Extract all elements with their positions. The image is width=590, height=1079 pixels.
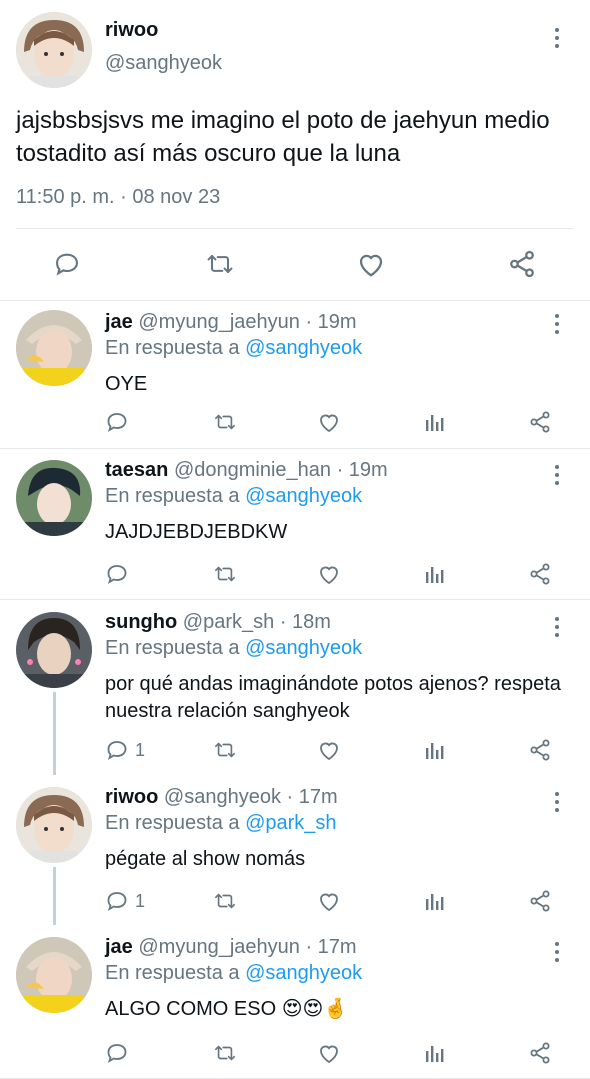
share-icon[interactable]	[528, 559, 552, 589]
reply-tweet[interactable]: taesan @dongminie_han · 19m En respuesta…	[0, 448, 590, 600]
in-reply-label: En respuesta a	[105, 337, 240, 359]
share-icon[interactable]	[528, 886, 552, 916]
reply-time: · 19m	[336, 459, 388, 481]
reply-time: · 17m	[305, 936, 357, 958]
reply-text: por qué andas imaginándote potos ajenos?…	[105, 673, 561, 722]
in-reply-to-link[interactable]: @sanghyeok	[245, 962, 362, 984]
reply-author-name[interactable]: taesan	[105, 459, 168, 481]
reply-count: 1	[135, 890, 146, 911]
in-reply-label: En respuesta a	[105, 637, 240, 659]
thread-line	[53, 867, 56, 925]
reply-time: · 18m	[279, 611, 331, 633]
reply-count: 1	[135, 739, 146, 760]
retweet-icon[interactable]	[203, 249, 237, 279]
more-options-icon[interactable]	[553, 314, 561, 334]
retweet-icon[interactable]	[212, 1038, 238, 1068]
more-options-icon[interactable]	[553, 465, 561, 485]
reply-text: OYE	[105, 373, 148, 395]
reply-author-handle[interactable]: @park_sh	[183, 611, 274, 633]
reply-icon[interactable]	[52, 249, 82, 279]
reply-icon[interactable]: 1	[105, 886, 145, 916]
analytics-icon[interactable]	[424, 1038, 446, 1068]
reply-text: pégate al show nomás	[105, 848, 306, 870]
reply-tweet[interactable]: sungho @park_sh · 18m En respuesta a @sa…	[0, 600, 590, 775]
in-reply-to-link[interactable]: @sanghyeok	[245, 337, 362, 359]
more-options-icon[interactable]	[553, 942, 561, 962]
reply-author-handle[interactable]: @myung_jaehyun	[138, 311, 300, 333]
analytics-icon[interactable]	[424, 735, 446, 765]
reply-author-name[interactable]: jae	[105, 311, 133, 333]
reply-author-handle[interactable]: @sanghyeok	[164, 786, 281, 808]
retweet-icon[interactable]	[212, 735, 238, 765]
reply-tweet[interactable]: jae @myung_jaehyun · 17m En respuesta a …	[0, 925, 590, 1079]
in-reply-to-link[interactable]: @sanghyeok	[245, 637, 362, 659]
like-icon[interactable]	[355, 249, 387, 279]
share-icon[interactable]	[506, 249, 538, 279]
like-icon[interactable]	[317, 886, 341, 916]
avatar[interactable]	[16, 612, 92, 688]
reply-tweet[interactable]: jae @myung_jaehyun · 19m En respuesta a …	[0, 300, 590, 449]
in-reply-label: En respuesta a	[105, 812, 240, 834]
reply-icon[interactable]: 1	[105, 735, 145, 765]
like-icon[interactable]	[317, 1038, 341, 1068]
reply-icon[interactable]	[105, 1038, 135, 1068]
author-handle[interactable]: @sanghyeok	[105, 52, 222, 75]
divider	[16, 228, 574, 229]
share-icon[interactable]	[528, 407, 552, 437]
more-options-icon[interactable]	[553, 792, 561, 812]
analytics-icon[interactable]	[424, 407, 446, 437]
retweet-icon[interactable]	[212, 559, 238, 589]
reply-actions: 1	[105, 735, 565, 765]
reply-author-name[interactable]: riwoo	[105, 786, 158, 808]
analytics-icon[interactable]	[424, 886, 446, 916]
main-tweet: riwoo @sanghyeok jajsbsbsjsvs me imagino…	[0, 0, 590, 301]
reply-actions: 1	[105, 886, 565, 916]
reply-actions	[105, 559, 565, 589]
reply-time: · 17m	[286, 786, 338, 808]
tweet-text: jajsbsbsjsvs me imagino el poto de jaehy…	[16, 107, 550, 167]
share-icon[interactable]	[528, 735, 552, 765]
avatar[interactable]	[16, 460, 92, 536]
avatar[interactable]	[16, 787, 92, 863]
retweet-icon[interactable]	[212, 407, 238, 437]
more-options-icon[interactable]	[553, 28, 561, 48]
in-reply-label: En respuesta a	[105, 962, 240, 984]
reply-author-handle[interactable]: @myung_jaehyun	[138, 936, 300, 958]
reply-time: · 19m	[305, 311, 357, 333]
reply-tweet[interactable]: riwoo @sanghyeok · 17m En respuesta a @p…	[0, 775, 590, 925]
reply-author-handle[interactable]: @dongminie_han	[174, 459, 331, 481]
author-name[interactable]: riwoo	[105, 19, 158, 42]
tweet-timestamp[interactable]: 11:50 p. m. · 08 nov 23	[16, 186, 220, 209]
avatar[interactable]	[16, 310, 92, 386]
reply-actions	[105, 407, 565, 437]
analytics-icon[interactable]	[424, 559, 446, 589]
thread-line	[53, 692, 56, 775]
in-reply-to-link[interactable]: @sanghyeok	[245, 485, 362, 507]
reply-text: ALGO COMO ESO 😍😍🤞	[105, 998, 349, 1020]
reply-text: JAJDJEBDJEBDKW	[105, 521, 288, 543]
reply-actions	[105, 1038, 565, 1068]
retweet-icon[interactable]	[212, 886, 238, 916]
share-icon[interactable]	[528, 1038, 552, 1068]
reply-author-name[interactable]: jae	[105, 936, 133, 958]
reply-author-name[interactable]: sungho	[105, 611, 177, 633]
more-options-icon[interactable]	[553, 617, 561, 637]
in-reply-to-link[interactable]: @park_sh	[245, 812, 336, 834]
reply-icon[interactable]	[105, 407, 135, 437]
reply-icon[interactable]	[105, 559, 135, 589]
in-reply-label: En respuesta a	[105, 485, 240, 507]
like-icon[interactable]	[317, 559, 341, 589]
avatar[interactable]	[16, 12, 92, 88]
like-icon[interactable]	[317, 735, 341, 765]
like-icon[interactable]	[317, 407, 341, 437]
avatar[interactable]	[16, 937, 92, 1013]
